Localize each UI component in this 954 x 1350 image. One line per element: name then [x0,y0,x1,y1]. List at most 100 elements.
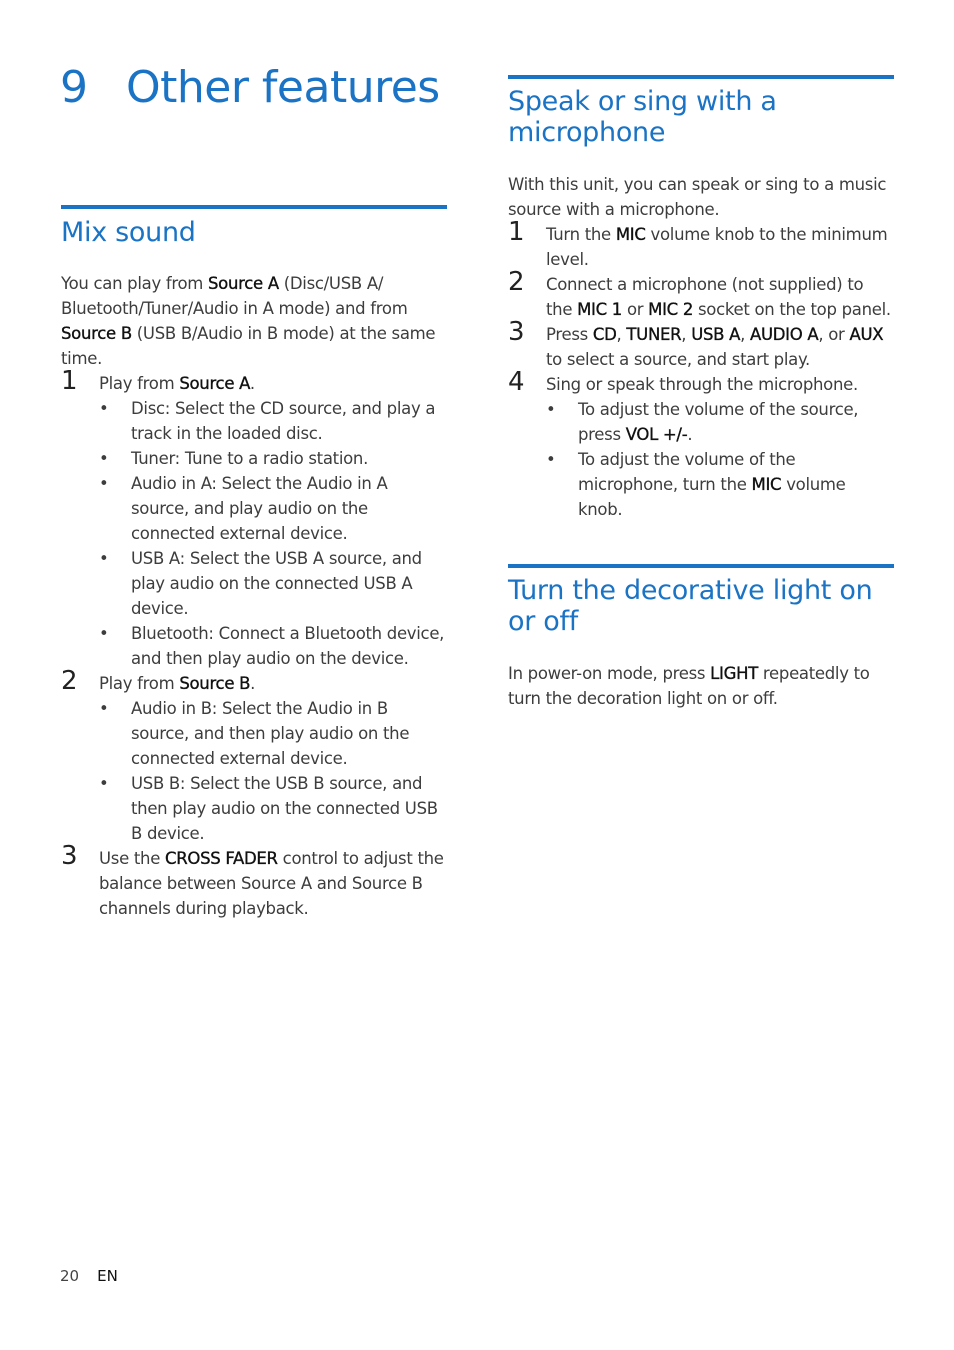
bullet-icon: • [546,450,556,469]
step-text: Play from Source B. [99,671,447,696]
bullet-text: Bluetooth: Connect a Bluetooth device, a… [131,624,444,668]
step-text: Press CD, TUNER, USB A, AUDIO A, or AUX … [546,322,894,372]
section-microphone: Speak or sing with a microphone With thi… [508,75,894,522]
control-name: VOL +/- [625,425,688,444]
chapter-title: 9 Other features [60,62,440,113]
left-column: Mix sound You can play from Source A (Di… [61,205,447,921]
bullet-icon: • [99,399,109,418]
control-name: Source B [179,674,251,693]
bullet-list: • To adjust the volume of the source, pre… [546,397,894,522]
bullet-icon: • [99,449,109,468]
bullet-text: Tuner: Tune to a radio station. [131,449,368,468]
bullet-icon: • [99,624,109,643]
bullet-item: • Tuner: Tune to a radio station. [99,446,447,471]
control-name: Source A [179,374,250,393]
bullet-icon: • [546,400,556,419]
text-run: , [740,325,750,344]
section-mix-sound: Mix sound You can play from Source A (Di… [61,205,447,921]
step-item: 2 Connect a microphone (not supplied) to … [508,267,894,322]
text-run: Turn the [546,225,616,244]
text-run: You can play from [61,274,208,293]
control-name: AUDIO A [749,325,819,344]
step-item: 1 Play from Source A. • Disc: Select the CD… [61,366,447,671]
section-intro: With this unit, you can speak or sing to… [508,172,894,222]
step-number: 1 [508,217,525,247]
page-footer: 20 EN [60,1267,118,1285]
step-text: Play from Source A. [99,371,447,396]
bullet-text: Audio in A: Select the Audio in A source… [131,474,388,543]
step-number: 3 [508,317,525,347]
text-run: USB B: Select the USB B source, and then… [131,774,438,843]
section-heading: Turn the decorative light on or off [508,575,873,637]
control-name: TUNER [626,325,682,344]
bullet-icon: • [99,549,109,568]
bullet-item: • Audio in A: Select the Audio in A sourc… [99,471,447,546]
control-name: CD [592,325,617,344]
language-code: EN [97,1267,118,1285]
text-run: . [249,374,255,393]
section-intro: In power-on mode, press LIGHT repeatedly… [508,661,894,711]
text-run: Audio in B: Select the Audio in B source… [131,699,410,768]
section-heading: Mix sound [61,217,196,248]
text-run: socket on the top panel. [693,300,891,319]
step-item: 3 Press CD, TUNER, USB A, AUDIO A, or AUX… [508,317,894,372]
bullet-item: • Disc: Select the CD source, and play a … [99,396,447,446]
text-run: or [622,300,649,319]
bullet-text: Audio in B: Select the Audio in B source… [131,699,409,768]
steps-list: 1 Turn the MIC volume knob to the minimum… [508,217,894,522]
bullet-item: • To adjust the volume of the source, pre… [546,397,894,447]
text-run: With this unit, you can speak or sing to… [508,175,887,219]
step-text: Sing or speak through the microphone. [546,372,894,397]
section-rule [508,75,894,79]
step-item: 3 Use the CROSS FADER control to adjust t… [61,841,447,921]
text-run: Press [546,325,593,344]
bullet-item: • To adjust the volume of the microphone,… [546,447,894,522]
bullet-icon: • [99,699,109,718]
step-number: 2 [508,267,525,297]
step-number: 3 [61,841,78,871]
bullet-item: • USB A: Select the USB A source, and pla… [99,546,447,621]
step-item: 4 Sing or speak through the microphone. • T… [508,367,894,522]
text-run: , or [818,325,850,344]
step-number: 1 [61,366,78,396]
text-run: Bluetooth: Connect a Bluetooth device, a… [131,624,445,668]
page-number: 20 [60,1267,80,1285]
chapter-number: 9 [60,62,88,113]
bullet-text: To adjust the volume of the source, pres… [578,400,859,444]
control-name: AUX [849,325,884,344]
text-run: In power-on mode, press [508,664,711,683]
bullet-list: • Disc: Select the CD source, and play a … [99,396,447,671]
control-name: CROSS FADER [165,849,278,868]
step-number: 4 [508,367,525,397]
bullet-icon: • [99,774,109,793]
control-name: Source B [61,324,132,343]
step-text: Turn the MIC volume knob to the minimum … [546,222,894,272]
text-run: Disc: Select the CD source, and play a t… [131,399,436,443]
section-rule [508,564,894,568]
control-name: MIC 2 [648,300,694,319]
text-run: . [687,425,693,444]
bullet-text: USB A: Select the USB A source, and play… [131,549,422,618]
bullet-icon: • [99,474,109,493]
bullet-item: • Audio in B: Select the Audio in B sourc… [99,696,447,771]
right-column: Speak or sing with a microphone With thi… [508,75,894,711]
text-run: Tuner: Tune to a radio station. [131,449,369,468]
bullet-text: USB B: Select the USB B source, and then… [131,774,438,843]
text-run: Sing or speak through the microphone. [546,375,858,394]
text-run: Play from [99,374,180,393]
section-intro: You can play from Source A (Disc/USB A/ … [61,271,447,371]
control-name: LIGHT [710,664,758,683]
step-item: 1 Turn the MIC volume knob to the minimum… [508,217,894,272]
control-name: Source A [208,274,279,293]
chapter-title-text: Other features [126,62,440,113]
bullet-list: • Audio in B: Select the Audio in B sourc… [99,696,447,846]
bullet-text: Disc: Select the CD source, and play a t… [131,399,435,443]
control-name: MIC [615,225,646,244]
step-text: Connect a microphone (not supplied) to t… [546,272,894,322]
step-text: Use the CROSS FADER control to adjust th… [99,846,447,921]
bullet-item: • USB B: Select the USB B source, and the… [99,771,447,846]
text-run: to select a source, and start play. [546,350,811,369]
text-run: Play from [99,674,180,693]
control-name: MIC [751,475,782,494]
bullet-text: To adjust the volume of the microphone, … [578,450,846,519]
